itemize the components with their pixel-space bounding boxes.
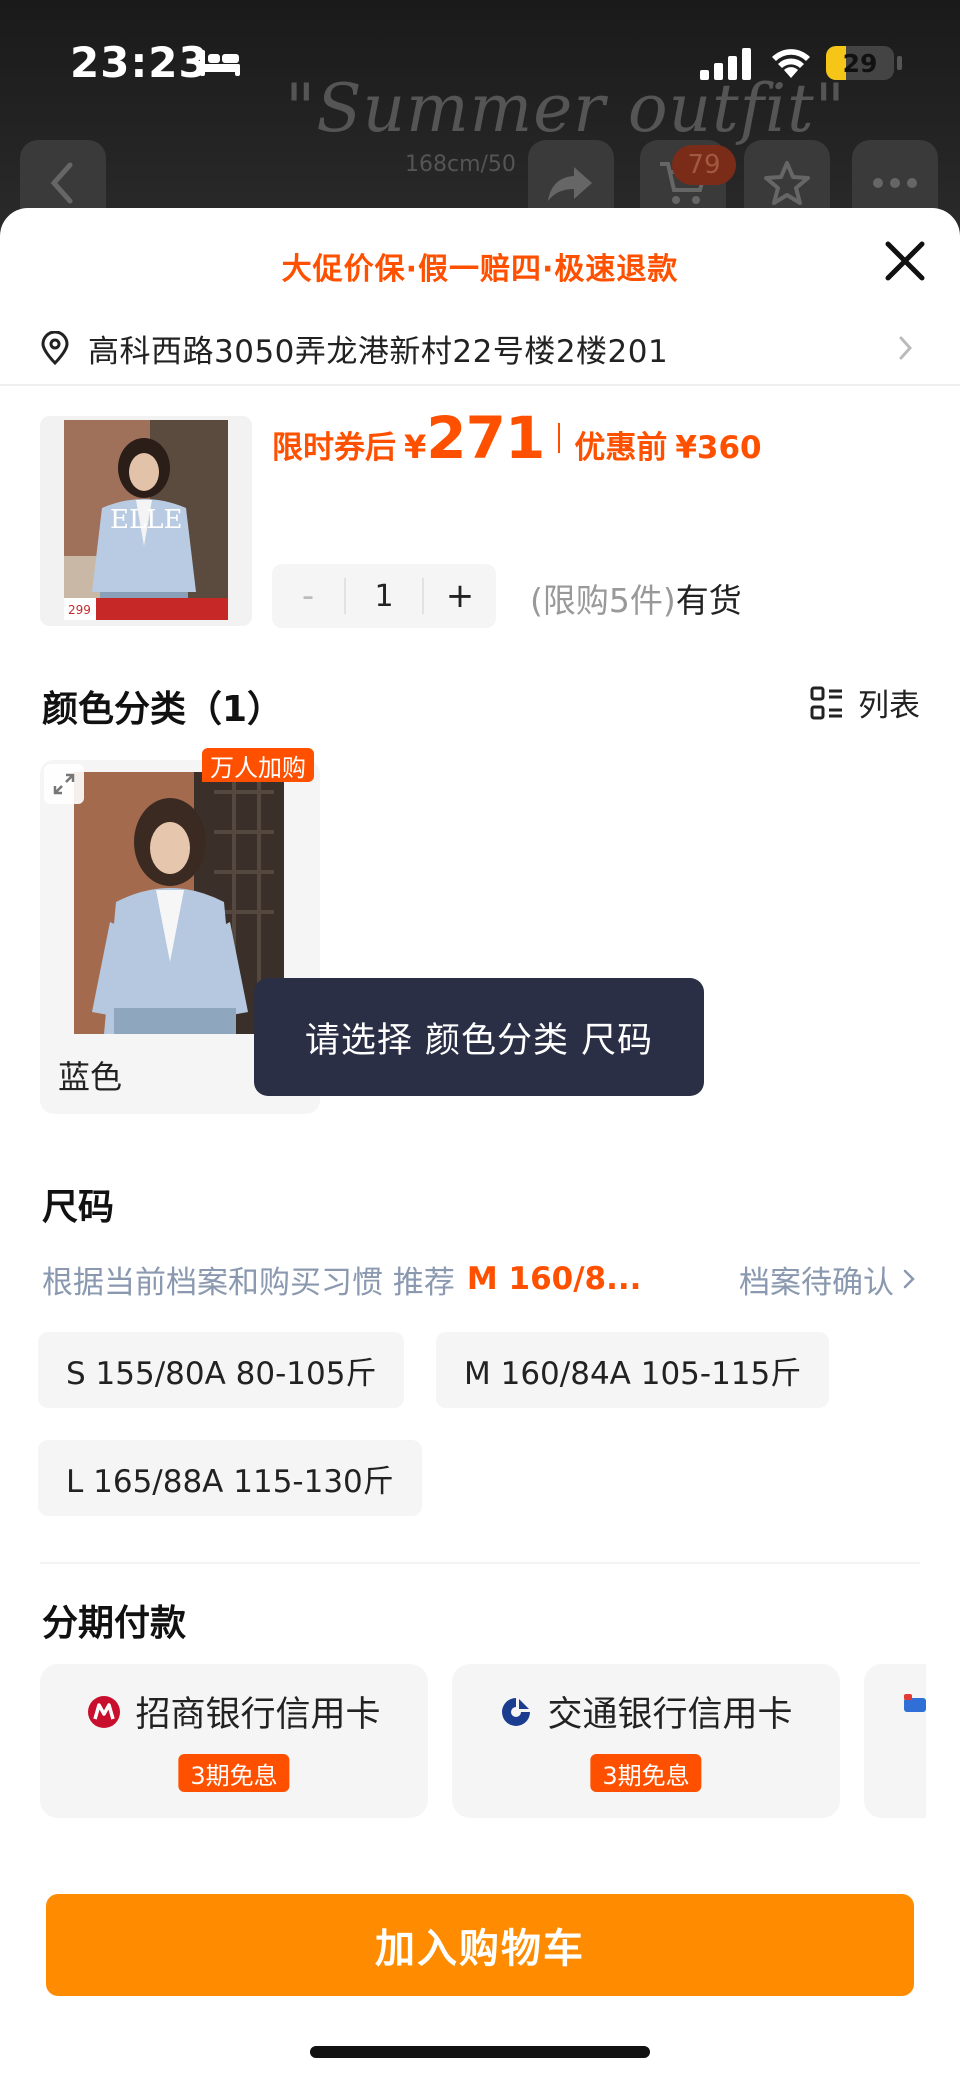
location-pin-icon bbox=[41, 331, 69, 365]
toast-message: 请选择 颜色分类 尺码 bbox=[254, 978, 704, 1096]
interest-free-tag: 3期免息 bbox=[590, 1754, 702, 1792]
wifi-icon bbox=[772, 49, 810, 78]
chevron-right-icon bbox=[903, 1269, 915, 1289]
recommended-size[interactable]: M 160/8... bbox=[467, 1261, 642, 1297]
installment-section-title: 分期付款 bbox=[42, 1603, 187, 1644]
price-line: 限时券后 ¥ 271 优惠前 ¥360 bbox=[272, 404, 762, 472]
address-text: 高科西路3050弄龙港新村22号楼2楼201 bbox=[88, 333, 669, 370]
cellular-signal-icon bbox=[700, 48, 751, 80]
coupon-price: 271 bbox=[426, 404, 545, 472]
sleep-mode-icon bbox=[200, 50, 240, 76]
size-section-title: 尺码 bbox=[42, 1187, 115, 1228]
product-thumbnail[interactable]: ELLE 299 bbox=[40, 416, 252, 626]
divider bbox=[40, 1562, 920, 1564]
list-view-toggle[interactable]: 列表 bbox=[810, 680, 920, 725]
installment-option-cmb[interactable]: 招商银行信用卡 3期免息 bbox=[40, 1664, 428, 1818]
original-price-label: 优惠前 bbox=[574, 430, 668, 466]
background-subtext: 168cm/50 bbox=[405, 152, 516, 177]
profile-status: 档案待确认 bbox=[739, 1264, 894, 1301]
increase-button[interactable]: + bbox=[424, 564, 496, 628]
installment-head: 招商银行信用卡 bbox=[40, 1686, 428, 1737]
list-view-label: 列表 bbox=[858, 688, 920, 724]
color-option-label: 蓝色 bbox=[58, 1058, 123, 1096]
color-option-image bbox=[74, 772, 284, 1034]
stock-info: (限购5件)有货 bbox=[530, 574, 742, 622]
installment-option-bocom[interactable]: 交通银行信用卡 3期免息 bbox=[452, 1664, 840, 1818]
bank-icon bbox=[904, 1694, 926, 1712]
currency-symbol: ¥ bbox=[404, 428, 427, 466]
size-option-m[interactable]: M 160/84A 105-115斤 bbox=[436, 1332, 830, 1408]
quantity-value[interactable]: 1 bbox=[344, 578, 424, 614]
home-indicator bbox=[310, 2046, 650, 2058]
price-separator bbox=[558, 423, 561, 453]
size-recommendation: 根据当前档案和购买习惯 推荐 M 160/8... 档案待确认 bbox=[42, 1254, 922, 1304]
coupon-price-label: 限时券后 bbox=[272, 430, 396, 466]
hot-badge: 万人加购 bbox=[202, 748, 314, 782]
recommend-text: 根据当前档案和购买习惯 推荐 bbox=[42, 1264, 455, 1301]
thumb-price: 299 bbox=[68, 603, 91, 617]
size-option-l[interactable]: L 165/88A 115-130斤 bbox=[38, 1440, 422, 1516]
battery-icon: 29 bbox=[826, 46, 894, 80]
purchase-limit: (限购5件) bbox=[530, 581, 676, 620]
cart-count-badge: 79 bbox=[672, 145, 736, 185]
decrease-button[interactable]: - bbox=[272, 564, 344, 628]
battery-cap bbox=[897, 56, 902, 70]
profile-confirm-link[interactable]: 档案待确认 bbox=[739, 1257, 916, 1302]
bank-name: 交通银行信用卡 bbox=[547, 1695, 793, 1735]
installment-head: 交通银行信用卡 bbox=[452, 1686, 840, 1737]
promo-banner: 大促价保·假一赔四·极速退款 bbox=[281, 252, 679, 287]
size-option-s[interactable]: S 155/80A 80-105斤 bbox=[38, 1332, 405, 1408]
expand-icon[interactable] bbox=[44, 764, 84, 804]
quantity-stepper: - 1 + bbox=[272, 564, 496, 628]
close-icon[interactable] bbox=[880, 236, 930, 286]
interest-free-tag: 3期免息 bbox=[178, 1754, 290, 1792]
bank-name: 招商银行信用卡 bbox=[135, 1695, 381, 1735]
color-section-title: 颜色分类（1） bbox=[42, 689, 284, 730]
product-image: ELLE 299 bbox=[40, 416, 252, 626]
battery-percent: 29 bbox=[842, 48, 878, 78]
bocom-bank-icon bbox=[502, 1697, 531, 1726]
thumb-brand: ELLE bbox=[110, 505, 183, 535]
installment-option-more[interactable] bbox=[864, 1664, 926, 1818]
status-bar: 23:23 29 bbox=[0, 0, 960, 130]
sku-selection-sheet: 大促价保·假一赔四·极速退款 高科西路3050弄龙港新村22号楼2楼201 EL… bbox=[0, 208, 960, 2079]
divider bbox=[0, 384, 960, 386]
status-time: 23:23 bbox=[70, 38, 209, 87]
chevron-right-icon bbox=[899, 336, 913, 360]
delivery-address[interactable]: 高科西路3050弄龙港新村22号楼2楼201 bbox=[40, 318, 920, 378]
add-to-cart-button[interactable]: 加入购物车 bbox=[46, 1894, 914, 1996]
stock-status: 有货 bbox=[675, 581, 742, 620]
list-icon bbox=[810, 686, 842, 719]
original-price: ¥360 bbox=[675, 430, 762, 466]
cmb-bank-icon bbox=[88, 1695, 121, 1728]
